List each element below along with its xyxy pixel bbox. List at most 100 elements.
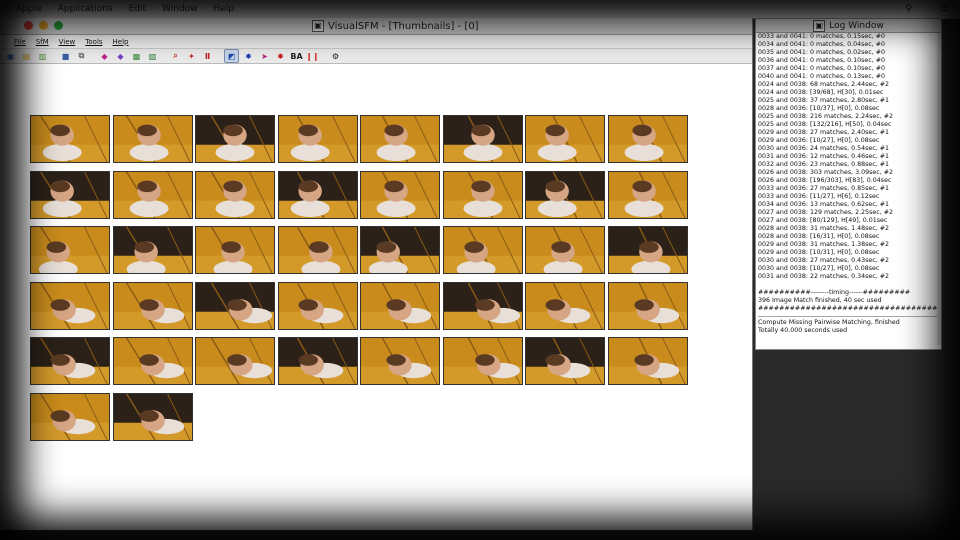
menu-applications[interactable]: Applications bbox=[58, 4, 113, 14]
search-icon[interactable]: ⚲ bbox=[905, 4, 912, 14]
thumbnail-image[interactable] bbox=[360, 281, 440, 330]
thumbnail-image[interactable] bbox=[112, 392, 193, 441]
thumbnail-image[interactable] bbox=[195, 226, 275, 274]
thumbnail-image[interactable] bbox=[442, 115, 523, 163]
points-icon[interactable]: ✦ bbox=[185, 50, 198, 62]
log-line: 0025 and 0038: 216 matches, 2.24sec, #2 bbox=[758, 113, 894, 120]
thumbnail-image[interactable] bbox=[30, 392, 110, 441]
log-line: 0029 and 0038: [10/31], H[0], 0.08sec bbox=[758, 249, 880, 256]
close-button[interactable] bbox=[24, 21, 33, 30]
log-scrollbar[interactable] bbox=[937, 33, 941, 345]
log-line: 0030 and 0038: 27 matches, 0.43sec, #2 bbox=[758, 257, 890, 264]
thumbnail-image[interactable] bbox=[112, 170, 193, 219]
log-line: 0024 and 0038: [39/68], H[30], 0.01sec bbox=[758, 89, 884, 96]
compute-icon[interactable]: ▩ bbox=[130, 50, 143, 62]
thumbnail-image[interactable] bbox=[360, 226, 440, 274]
thumbnail-image[interactable] bbox=[360, 170, 440, 219]
thumbnail-image[interactable] bbox=[277, 170, 358, 219]
thumbnail-image[interactable] bbox=[607, 115, 688, 163]
text-icon[interactable]: BA bbox=[290, 50, 303, 62]
menu-extra-icon[interactable]: ☰ bbox=[940, 4, 948, 14]
thumbnail-image[interactable] bbox=[112, 337, 193, 385]
new-icon[interactable]: ▣ bbox=[4, 50, 17, 62]
open-icon[interactable]: ▤ bbox=[20, 50, 33, 62]
thumbnail-image[interactable] bbox=[277, 226, 358, 274]
pause-icon[interactable]: ❙❙ bbox=[306, 50, 319, 62]
thumbnail-image[interactable] bbox=[607, 170, 688, 219]
thumbnail-image[interactable] bbox=[525, 226, 605, 274]
log-text[interactable]: 0033 and 0041: 0 matches, 0.15sec, #0 003… bbox=[758, 33, 937, 345]
minimize-button[interactable] bbox=[39, 21, 48, 30]
log-line: 0026 and 0038: 303 matches, 3.09sec, #2 bbox=[758, 169, 894, 176]
arrow-icon[interactable]: ➤ bbox=[258, 50, 271, 62]
thumbnail-image[interactable] bbox=[607, 226, 688, 274]
thumbnail-image[interactable] bbox=[442, 170, 523, 219]
zoom-icon[interactable]: ⌕ bbox=[169, 50, 182, 62]
log-line: 0029 and 0038: 31 matches, 1.38sec, #2 bbox=[758, 241, 890, 248]
thumbnail-image[interactable] bbox=[30, 337, 110, 385]
thumbnail-image[interactable] bbox=[442, 226, 523, 274]
thumbnail-image[interactable] bbox=[195, 337, 275, 385]
thumbnail-image[interactable] bbox=[360, 115, 440, 163]
log-line: 0028 and 0036: [10/37], H[0], 0.08sec bbox=[758, 105, 880, 112]
thumbnail-image[interactable] bbox=[525, 281, 605, 330]
app-menubar: File SfM View Tools Help bbox=[0, 35, 752, 49]
match-icon[interactable]: ◆ bbox=[98, 50, 111, 62]
thumbnail-image[interactable] bbox=[525, 115, 605, 163]
open-multi-icon[interactable]: ▥ bbox=[36, 50, 49, 62]
hist-icon[interactable]: Ⅱ bbox=[201, 50, 214, 62]
visualsfm-window: ▣ VisualSFM - [Thumbnails] - [0] File Sf… bbox=[0, 18, 753, 530]
zoom-button[interactable] bbox=[54, 21, 63, 30]
toolbar-separator bbox=[322, 50, 326, 62]
menu-help[interactable]: Help bbox=[214, 4, 235, 14]
thumbnail-image[interactable] bbox=[360, 337, 440, 385]
toolbar-separator bbox=[162, 50, 166, 62]
menu-sfm[interactable]: SfM bbox=[36, 38, 49, 46]
thumbnail-image[interactable] bbox=[607, 281, 688, 330]
window-title: VisualSFM - [Thumbnails] - [0] bbox=[328, 20, 479, 32]
gear-icon[interactable]: ⚙ bbox=[329, 50, 342, 62]
thumbnail-image[interactable] bbox=[277, 337, 358, 385]
thumbnail-image[interactable] bbox=[277, 115, 358, 163]
log-line: 0024 and 0038: 68 matches, 2.44sec, #2 bbox=[758, 81, 890, 88]
toolbar-separator bbox=[91, 50, 95, 62]
thumbnail-image[interactable] bbox=[195, 170, 275, 219]
menu-edit[interactable]: Edit bbox=[129, 4, 146, 14]
thumbnail-image[interactable] bbox=[112, 115, 193, 163]
menu-help-app[interactable]: Help bbox=[113, 38, 129, 46]
thumbnail-image[interactable] bbox=[112, 281, 193, 330]
copy-icon[interactable]: ⧉ bbox=[75, 50, 88, 62]
toolbar-separator bbox=[217, 50, 221, 62]
bundle-icon[interactable]: ✸ bbox=[274, 50, 287, 62]
thumbnail-image[interactable] bbox=[442, 337, 523, 385]
thumbnail-image[interactable] bbox=[525, 170, 605, 219]
pairs-icon[interactable]: ◆ bbox=[114, 50, 127, 62]
log-line: 0027 and 0038: 129 matches, 2.25sec, #2 bbox=[758, 209, 894, 216]
thumbnail-image[interactable] bbox=[112, 226, 193, 274]
log-line: 0031 and 0036: 12 matches, 0.46sec, #1 bbox=[758, 153, 890, 160]
thumbnail-image[interactable] bbox=[30, 226, 110, 274]
thumbnail-image[interactable] bbox=[607, 337, 688, 385]
thumbnail-image[interactable] bbox=[195, 115, 275, 163]
log-line: 0026 and 0038: [196/303], H[83], 0.04sec bbox=[758, 177, 892, 184]
menu-apple[interactable]: Apple bbox=[16, 4, 42, 14]
menu-window[interactable]: Window bbox=[162, 4, 198, 14]
thumbnail-image[interactable] bbox=[277, 281, 358, 330]
menu-file[interactable]: File bbox=[14, 38, 26, 46]
menu-tools[interactable]: Tools bbox=[85, 38, 102, 46]
thumbnail-image[interactable] bbox=[30, 170, 110, 219]
thumbnail-image[interactable] bbox=[525, 337, 605, 385]
log-line: 0031 and 0038: 22 matches, 0.34sec, #2 bbox=[758, 273, 890, 280]
log-line: 0025 and 0038: [132/216], H[50], 0.04sec bbox=[758, 121, 892, 128]
log-line: 0029 and 0038: 27 matches, 2.40sec, #1 bbox=[758, 129, 890, 136]
toolbar-separator bbox=[52, 50, 56, 62]
thumbnail-image[interactable] bbox=[30, 281, 110, 330]
save-icon[interactable]: ■ bbox=[59, 50, 72, 62]
image-icon[interactable]: ▨ bbox=[146, 50, 159, 62]
menu-view[interactable]: View bbox=[59, 38, 76, 46]
dense-icon[interactable]: ✸ bbox=[242, 50, 255, 62]
thumbnail-image[interactable] bbox=[195, 281, 275, 330]
thumbnail-image[interactable] bbox=[442, 281, 523, 330]
thumbnail-image[interactable] bbox=[30, 115, 110, 163]
sfm-icon[interactable]: ◩ bbox=[224, 49, 239, 63]
